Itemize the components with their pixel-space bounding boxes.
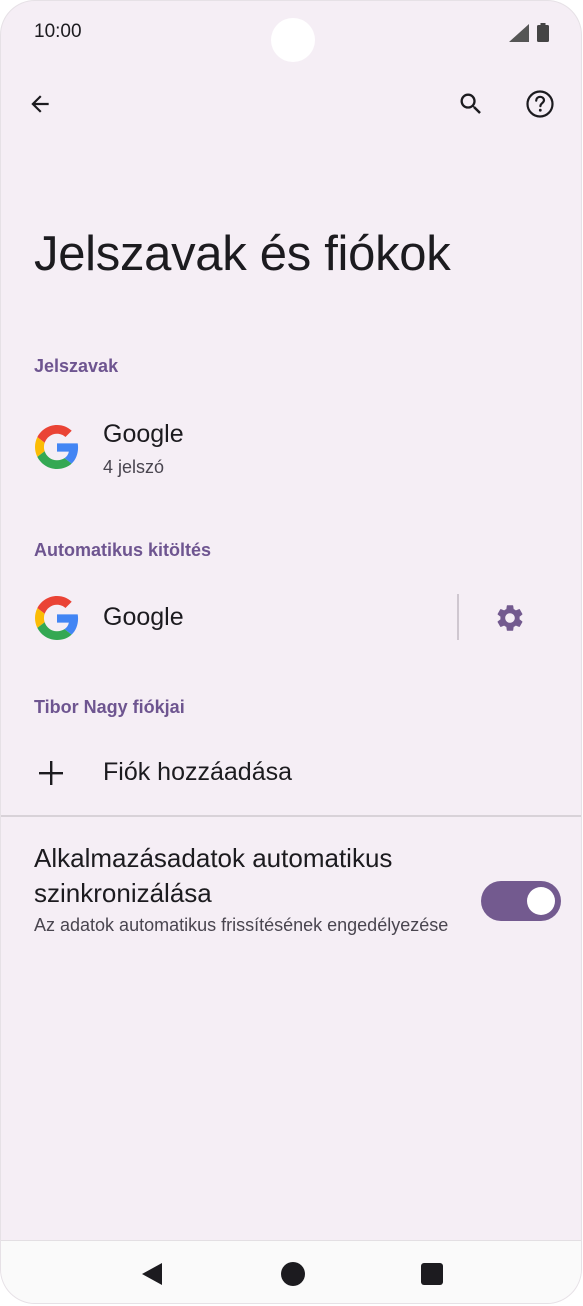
search-icon xyxy=(460,93,481,114)
status-bar: 10:00 xyxy=(1,1,581,65)
section-header-autofill: Automatikus kitöltés xyxy=(34,540,212,560)
autofill-settings-button[interactable] xyxy=(485,593,535,643)
row-divider xyxy=(1,815,581,817)
arrow-back-icon xyxy=(31,95,49,113)
google-logo-icon xyxy=(35,596,79,640)
status-time: 10:00 xyxy=(34,21,82,42)
circle-home-icon xyxy=(281,1262,305,1286)
triangle-back-icon xyxy=(142,1263,162,1285)
help-icon xyxy=(526,90,554,118)
list-item-title: Google xyxy=(103,603,184,631)
help-button[interactable] xyxy=(516,80,564,128)
section-header-accounts: Tibor Nagy fiókjai xyxy=(34,697,185,717)
sync-toggle[interactable] xyxy=(481,881,561,921)
nav-recents-button[interactable] xyxy=(417,1259,447,1289)
camera-cutout xyxy=(271,18,315,62)
plus-icon xyxy=(39,761,63,785)
add-account-label: Fiók hozzáadása xyxy=(103,758,293,786)
section-header-passwords: Jelszavak xyxy=(34,356,119,376)
phone-screen: 10:00 Jelszavak és fiókok Jelszavak Goog… xyxy=(1,1,581,1303)
toggle-thumb xyxy=(527,887,555,915)
search-button[interactable] xyxy=(447,80,495,128)
sync-setting-subtitle: Az adatok automatikus frissítésének enge… xyxy=(34,915,449,935)
square-recents-icon xyxy=(421,1263,443,1285)
google-logo-icon xyxy=(35,425,79,469)
signal-icon xyxy=(509,24,529,42)
sync-setting-title: Alkalmazásadatok automatikus szinkronizá… xyxy=(34,843,393,908)
list-item-passwords-google[interactable]: Google 4 jelszó xyxy=(1,401,581,501)
gear-icon xyxy=(497,605,523,631)
list-item-title: Google xyxy=(103,420,184,448)
page-title: Jelszavak és fiókok xyxy=(34,227,451,281)
list-item-autofill-google[interactable]: Google xyxy=(1,581,441,655)
battery-icon xyxy=(537,23,549,42)
add-account-button[interactable]: Fiók hozzáadása xyxy=(1,736,581,812)
navigation-bar xyxy=(1,1240,581,1303)
nav-back-button[interactable] xyxy=(137,1259,167,1289)
list-item-subtitle: 4 jelszó xyxy=(103,457,165,477)
back-button[interactable] xyxy=(16,80,64,128)
nav-home-button[interactable] xyxy=(278,1259,308,1289)
vertical-divider xyxy=(457,594,459,640)
